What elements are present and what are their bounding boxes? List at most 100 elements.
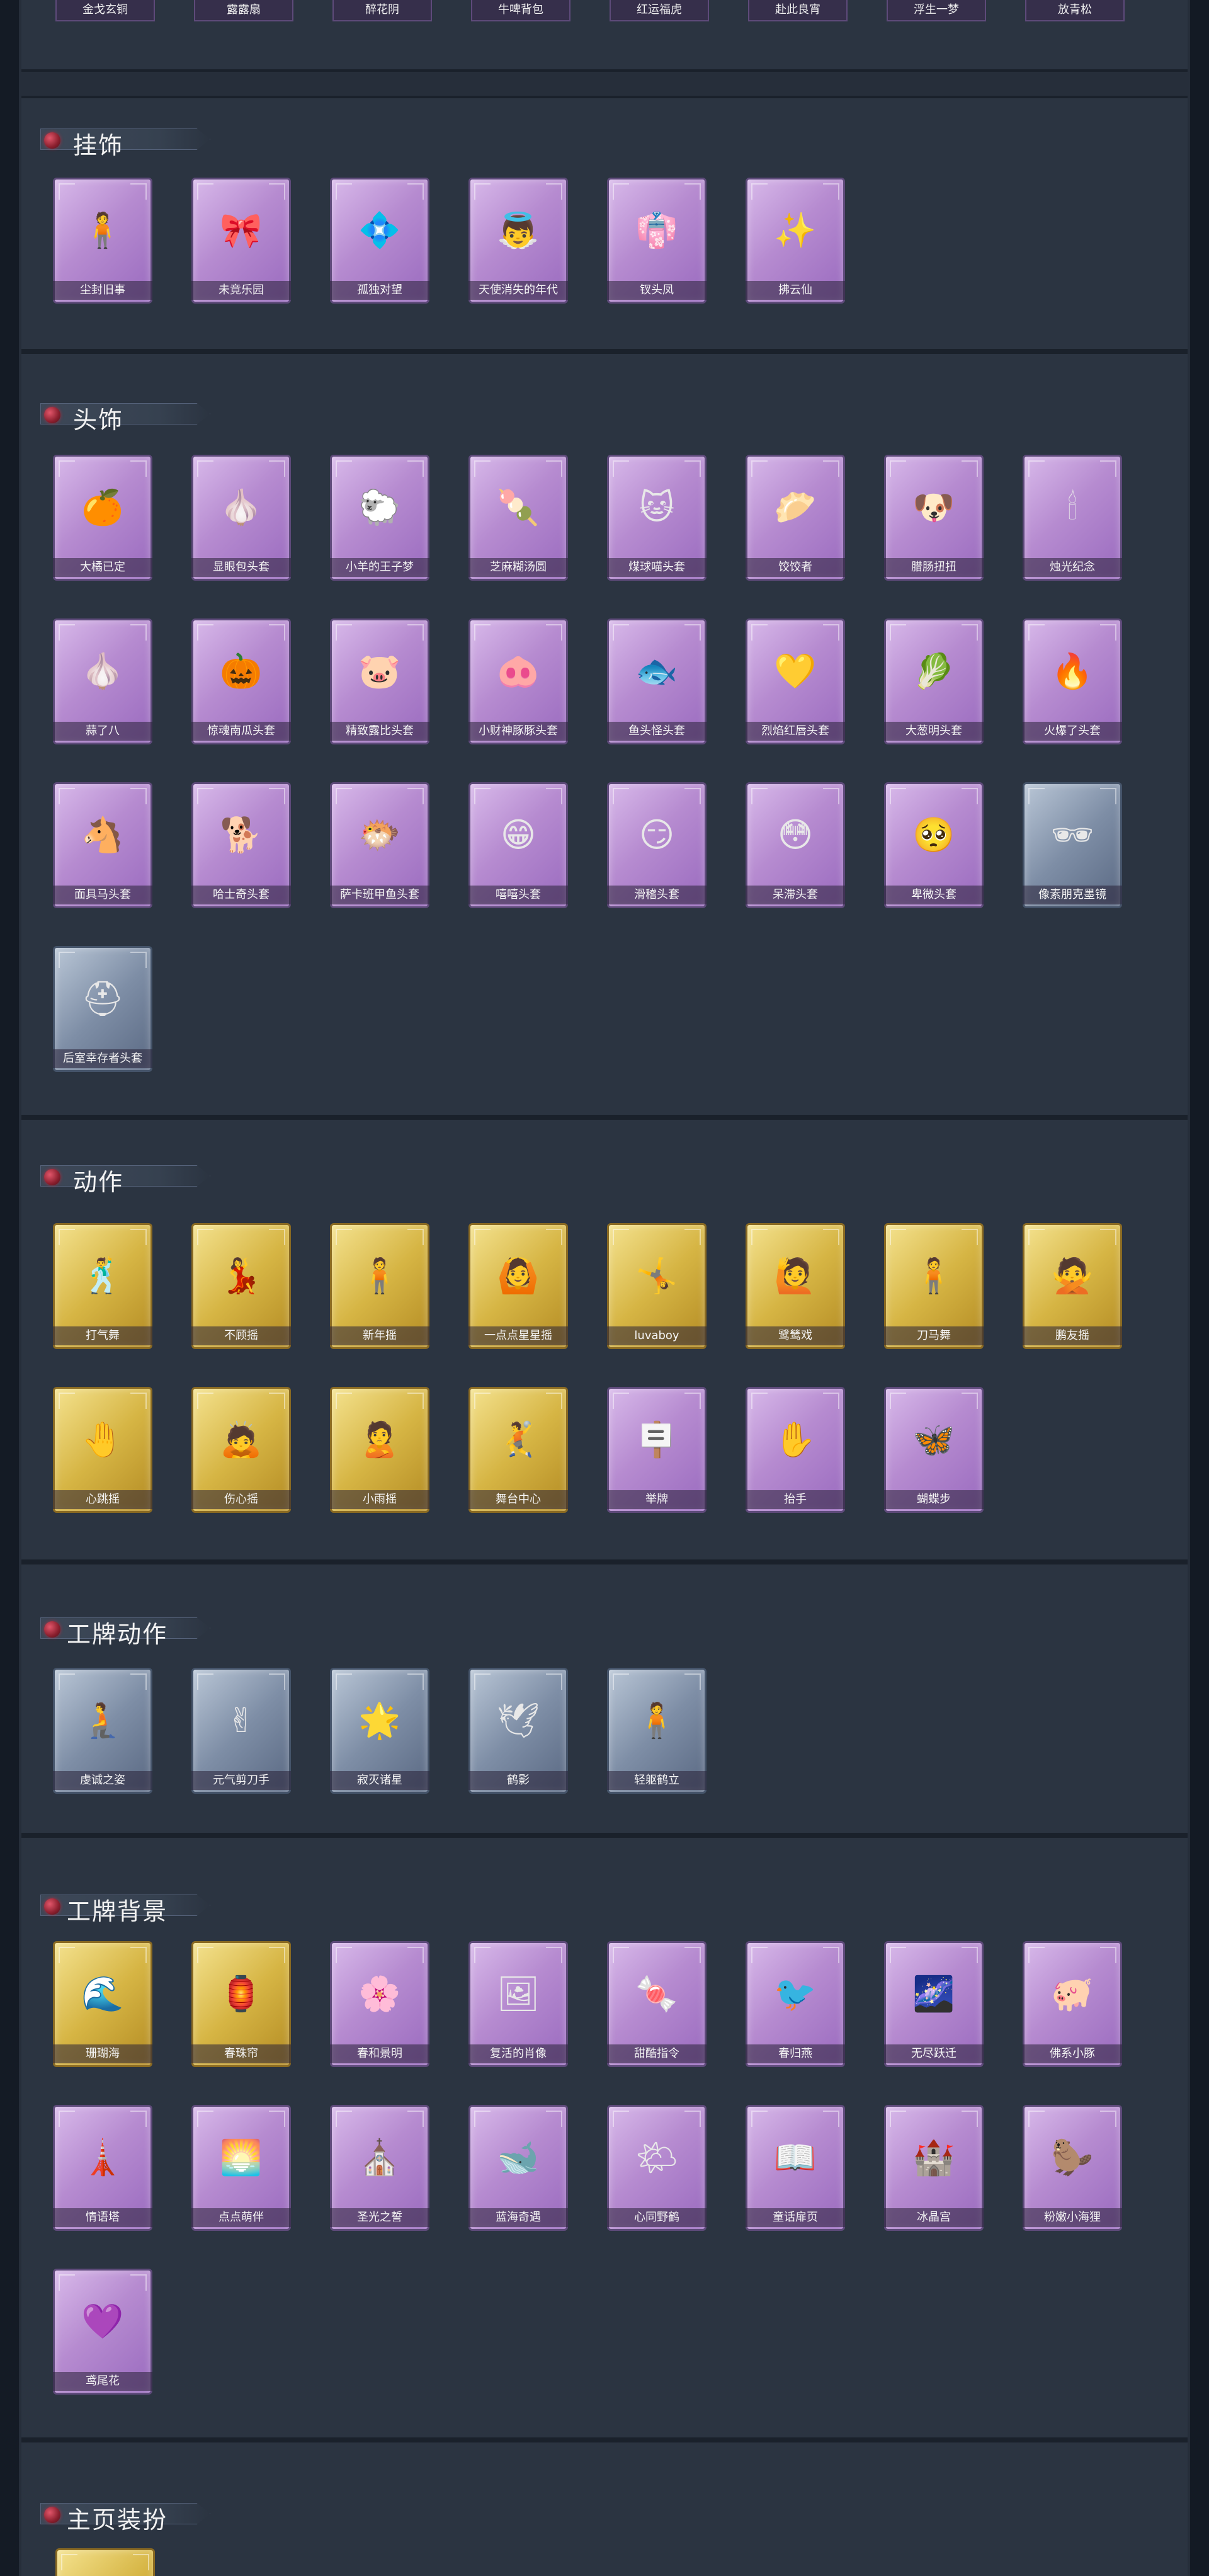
item-card[interactable]: 💃 不顾摇 [191,1223,291,1349]
item-card[interactable]: 🧄 显眼包头套 [191,455,291,581]
item-card[interactable]: 🤾 舞台中心 [468,1387,568,1513]
section-header: 挂饰 [40,122,229,159]
section-title: 动作 [73,1168,124,1196]
item-card[interactable]: 🐱 煤球喵头套 [607,455,707,581]
item-label: 蒜了八 [53,722,152,741]
item-card[interactable]: 🏰 冰晶宫 [884,2105,984,2231]
item-card[interactable]: 🙆 一点点星星摇 [468,1223,568,1349]
item-card[interactable]: ⛑ 后室幸存者头套 [53,946,152,1072]
item-card[interactable]: 🍬 甜酷指令 [607,1941,707,2067]
item-card[interactable]: 🥟 饺饺者 [746,455,845,581]
top-strip-item-label[interactable]: 赴此良宵 [748,0,848,21]
item-label: 大橘已定 [53,558,152,577]
item-card[interactable]: 💛 烈焰红唇头套 [746,618,845,744]
item-card[interactable]: 🖼 复活的肖像 [468,1941,568,2067]
item-card[interactable]: 🥺 卑微头套 [884,782,984,908]
item-card[interactable]: 🦫 粉嫩小海狸 [1023,2105,1122,2231]
item-card[interactable]: 🤸 luvaboy [607,1223,707,1349]
item-card[interactable]: 🦋 蝴蝶步 [884,1387,984,1513]
item-card[interactable]: 🍊 大橘已定 [53,455,152,581]
top-strip-item-label[interactable]: 金戈玄铜 [55,0,155,21]
item-card[interactable]: 😏 滑稽头套 [607,782,707,908]
item-card[interactable]: 🙋 鹭鸶戏 [746,1223,845,1349]
item-card[interactable]: 🐷 精致露比头套 [330,618,429,744]
item-card[interactable]: 🐶 腊肠扭扭 [884,455,984,581]
item-label: 伤心摇 [191,1490,291,1509]
item-card[interactable]: 🌌 无尽跃迁 [884,1941,984,2067]
item-card[interactable]: 🌸 春和景明 [330,1941,429,2067]
item-card[interactable]: 👼 天使消失的年代 [468,178,568,304]
section-zhuye: 主页装扮 [21,2440,1188,2576]
item-card[interactable]: 🙎 小雨摇 [330,1387,429,1513]
item-card[interactable]: 🕯 烛光纪念 [1023,455,1122,581]
top-strip-item-label[interactable]: 醉花阴 [332,0,432,21]
item-card[interactable]: 🎀 未竟乐园 [191,178,291,304]
item-card[interactable]: 🐖 佛系小豚 [1023,1941,1122,2067]
item-card[interactable]: 🏮 春珠帘 [191,1941,291,2067]
item-card[interactable]: ⛪ 圣光之誓 [330,2105,429,2231]
item-card[interactable]: ✌ 元气剪刀手 [191,1668,291,1794]
item-card[interactable]: 🐟 鱼头怪头套 [607,618,707,744]
item-card[interactable]: 😁 嘻嘻头套 [468,782,568,908]
item-card[interactable]: 🗼 情语塔 [53,2105,152,2231]
item-card[interactable]: 🪧 举牌 [607,1387,707,1513]
item-card[interactable]: 🧍 新年摇 [330,1223,429,1349]
top-strip-item-label[interactable]: 红运福虎 [610,0,709,21]
item-icon: ⛑ [81,979,125,1018]
item-icon: 🪧 [635,1420,678,1459]
item-card[interactable]: 🧍 刀马舞 [884,1223,984,1349]
item-card[interactable]: 🔥 火爆了头套 [1023,618,1122,744]
item-card[interactable]: 🎃 惊魂南瓜头套 [191,618,291,744]
item-icon: 🐋 [497,2138,540,2177]
item-card[interactable]: 🧄 蒜了八 [53,618,152,744]
item-card[interactable]: ✋ 抬手 [746,1387,845,1513]
item-card[interactable]: 🐡 萨卡班甲鱼头套 [330,782,429,908]
item-card[interactable]: 🌤 心同野鹤 [607,2105,707,2231]
item-card[interactable]: 👘 钗头凤 [607,178,707,304]
item-card[interactable]: 🐋 蓝海奇遇 [468,2105,568,2231]
item-icon: 🌤 [635,2138,679,2177]
item-card[interactable]: 🙅 鹏友摇 [1023,1223,1122,1349]
item-card[interactable]: 💜 鸢尾花 [53,2269,152,2395]
item-icon: 🕯 [1067,487,1077,527]
item-icon: 🧍 [912,1256,955,1296]
item-icon: 🐕 [220,815,263,855]
item-card[interactable]: 🐦 春归燕 [746,1941,845,2067]
item-icon: 🍬 [635,1974,678,2014]
item-card[interactable]: 🐽 小财神豚豚头套 [468,618,568,744]
item-label: 鹤影 [468,1771,568,1790]
item-card[interactable]: 🌅 点点萌伴 [191,2105,291,2231]
top-strip-item-label[interactable]: 浮生一梦 [887,0,986,21]
item-card[interactable]: 🕺 打气舞 [53,1223,152,1349]
section-header: 动作 [40,1159,229,1196]
item-card[interactable]: 🍡 芝麻糊汤圆 [468,455,568,581]
item-icon: 🧍 [635,1701,678,1740]
item-card[interactable]: 🙇 伤心摇 [191,1387,291,1513]
item-card[interactable]: 🕶 像素朋克墨镜 [1023,782,1122,908]
item-label: 佛系小豚 [1023,2044,1122,2063]
item-label: 圣光之誓 [330,2208,429,2227]
item-card[interactable]: 🧍 轻躯鹤立 [607,1668,707,1794]
item-card[interactable]: 🧍 尘封旧事 [53,178,152,304]
item-card[interactable]: 😳 呆滞头套 [746,782,845,908]
top-strip-item-label[interactable]: 牛啤背包 [471,0,570,21]
item-card[interactable]: 🥬 大葱明头套 [884,618,984,744]
top-strip-item-label[interactable]: 放青松 [1025,0,1125,21]
top-strip-section: 金戈玄铜 露露扇 醉花阴 牛啤背包 红运福虎 赴此良宵 浮生一梦 放青松 [21,0,1188,72]
top-strip-item-label[interactable]: 露露扇 [194,0,293,21]
item-label: 举牌 [607,1490,707,1509]
item-icon: ⛪ [358,2138,401,2177]
item-card[interactable]: 📖 童话扉页 [746,2105,845,2231]
item-card[interactable]: 🤚 心跳摇 [53,1387,152,1513]
item-card[interactable]: 🐕 哈士奇头套 [191,782,291,908]
item-card[interactable]: 🕊 鹤影 [468,1668,568,1794]
item-card[interactable]: 💠 孤独对望 [330,178,429,304]
item-card[interactable]: 🐴 面具马头套 [53,782,152,908]
item-card[interactable]: 🐑 小羊的王子梦 [330,455,429,581]
item-card-partial[interactable] [55,2548,155,2576]
item-card[interactable]: 🌊 珊瑚海 [53,1941,152,2067]
item-card[interactable]: 🧎 虔诚之姿 [53,1668,152,1794]
item-card[interactable]: ✨ 拂云仙 [746,178,845,304]
header-bar [40,403,210,425]
item-card[interactable]: 🌟 寂灭诸星 [330,1668,429,1794]
